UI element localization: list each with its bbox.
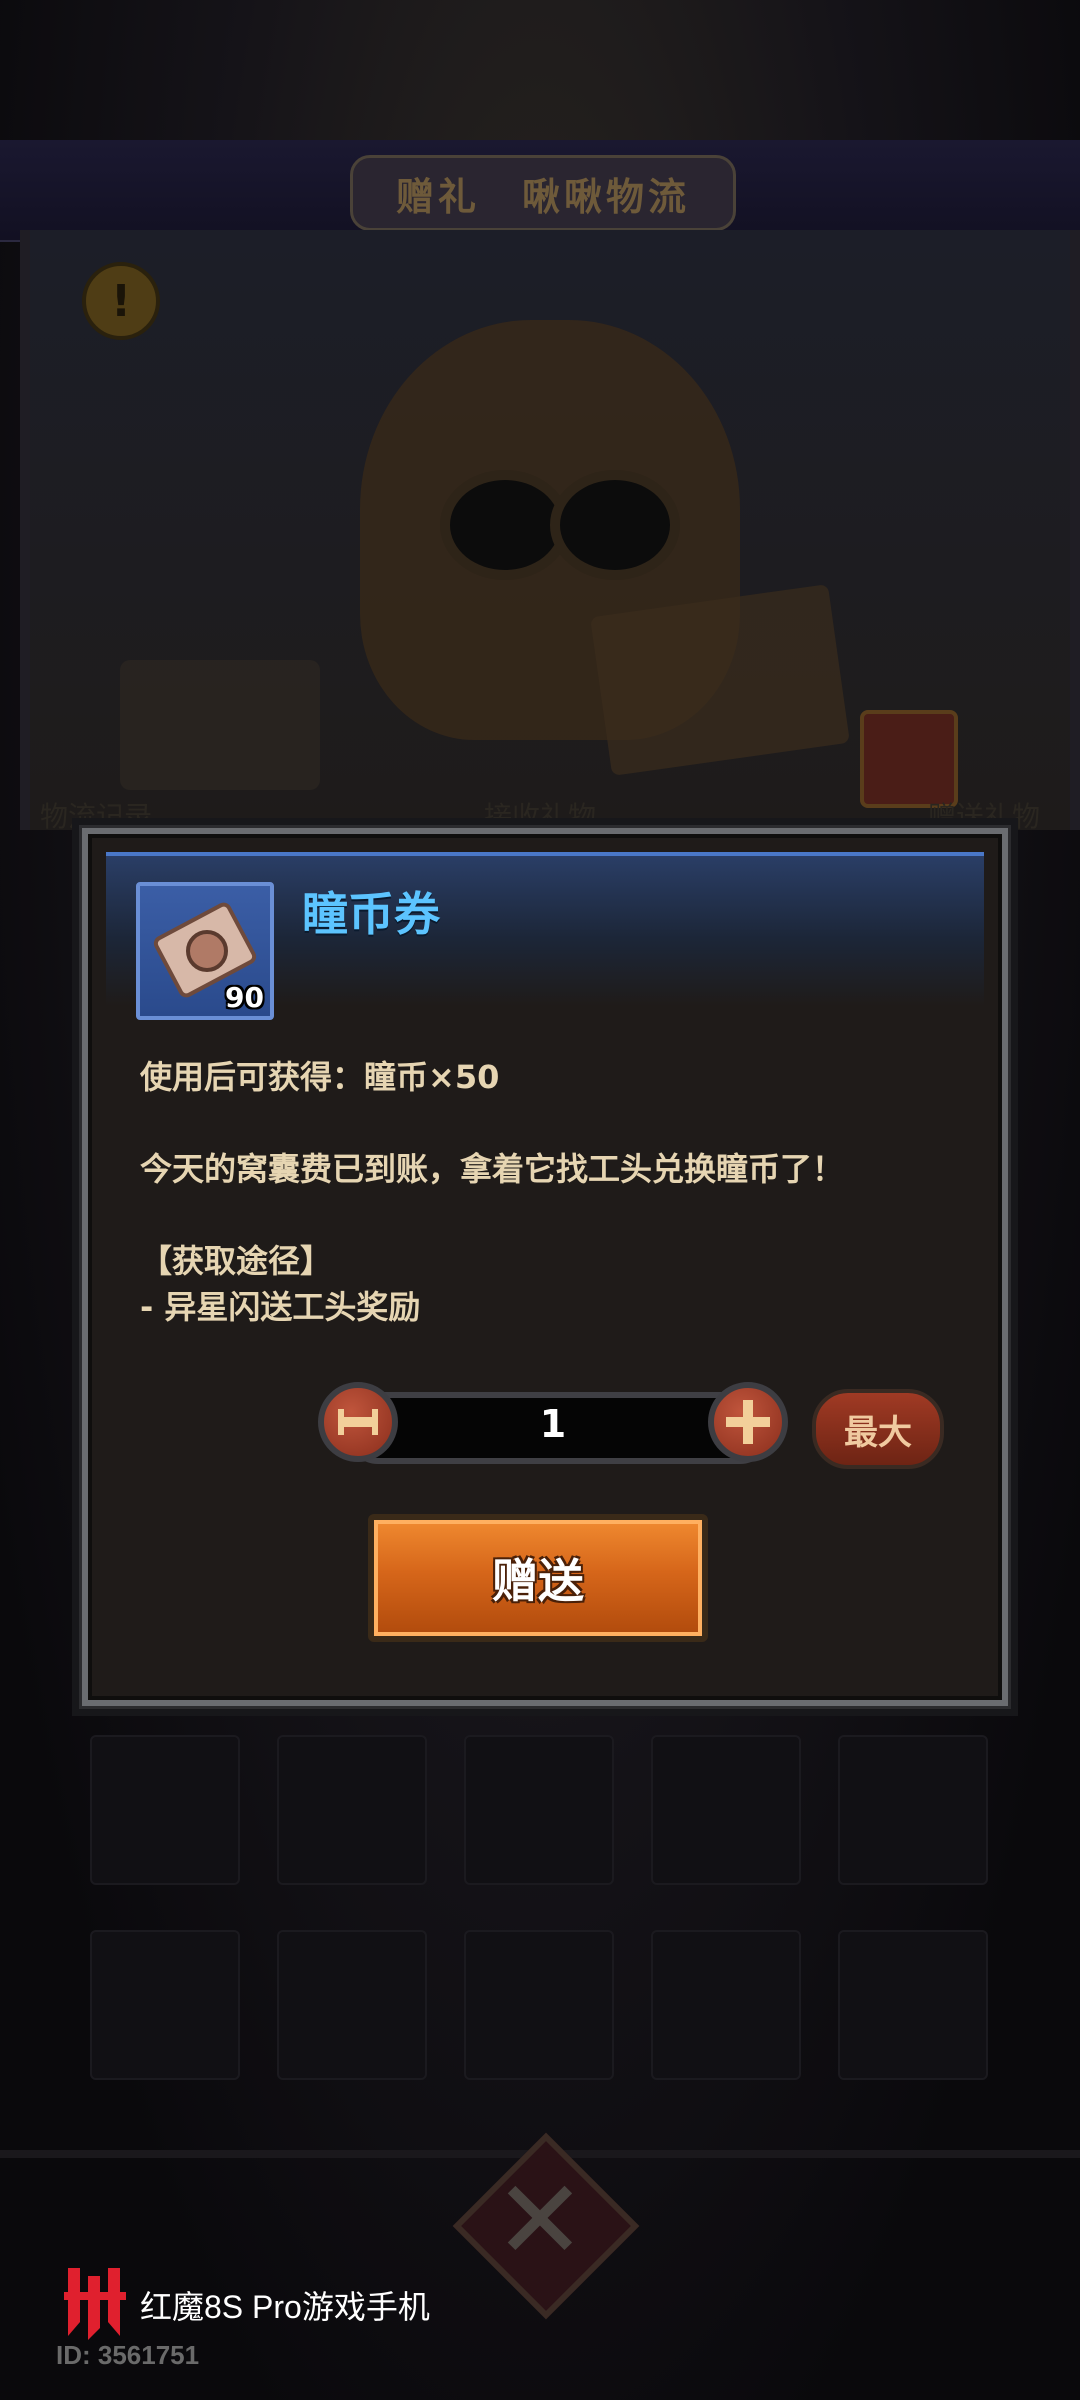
inventory-slot[interactable] <box>90 1930 240 2080</box>
inventory-slot[interactable] <box>90 1735 240 1885</box>
minus-icon <box>338 1409 378 1435</box>
increase-button[interactable] <box>708 1382 788 1462</box>
inventory-slot[interactable] <box>838 1735 988 1885</box>
item-detail-dialog: 90 瞳币券 使用后可获得：瞳币×50 今天的窝囊费已到账，拿着它找工头兑换瞳币… <box>79 825 1011 1709</box>
goggle-right <box>550 470 680 580</box>
watermark-brand: 红魔8S Pro游戏手机 <box>140 2289 430 2325</box>
close-icon[interactable]: ✕ <box>480 2156 600 2284</box>
source-heading: 【获取途径】 <box>140 1242 333 1280</box>
inventory-slot[interactable] <box>464 1930 614 2080</box>
inventory-slot[interactable] <box>277 1930 427 2080</box>
flavor-text: 今天的窝囊费已到账，拿着它找工头兑换瞳币了！ <box>140 1150 845 1188</box>
watermark-id: ID: 3561751 <box>56 2340 200 2370</box>
inventory-slot[interactable] <box>464 1735 614 1885</box>
inventory-grid <box>90 1735 990 2095</box>
parcel-boxes <box>590 584 850 776</box>
quantity-value[interactable]: 1 <box>388 1396 718 1452</box>
quantity-stepper: 1 <box>318 1382 788 1464</box>
inventory-slot[interactable] <box>651 1930 801 2080</box>
inventory-slot[interactable] <box>651 1735 801 1885</box>
inventory-slot[interactable] <box>277 1735 427 1885</box>
book-quill-icon <box>120 660 320 790</box>
item-description: 使用后可获得：瞳币×50 今天的窝囊费已到账，拿着它找工头兑换瞳币了！ 【获取途… <box>140 1054 960 1330</box>
decrease-button[interactable] <box>318 1382 398 1462</box>
red-magic-logo-icon <box>64 2268 126 2340</box>
coin-ticket-icon: 90 <box>136 882 274 1020</box>
alert-icon[interactable]: ! <box>82 262 160 340</box>
plus-icon <box>726 1400 770 1444</box>
send-button[interactable]: 赠送 <box>368 1514 708 1642</box>
page-title: 赠礼 啾啾物流 <box>350 155 736 231</box>
item-name: 瞳币券 <box>302 887 440 941</box>
item-count: 90 <box>225 981 264 1014</box>
max-button[interactable]: 最大 <box>812 1389 944 1469</box>
eye-emblem-icon <box>186 930 228 972</box>
reward-text: 使用后可获得：瞳币×50 <box>140 1058 500 1096</box>
inventory-slot[interactable] <box>838 1930 988 2080</box>
source-item: - 异星闪送工头奖励 <box>140 1288 421 1326</box>
